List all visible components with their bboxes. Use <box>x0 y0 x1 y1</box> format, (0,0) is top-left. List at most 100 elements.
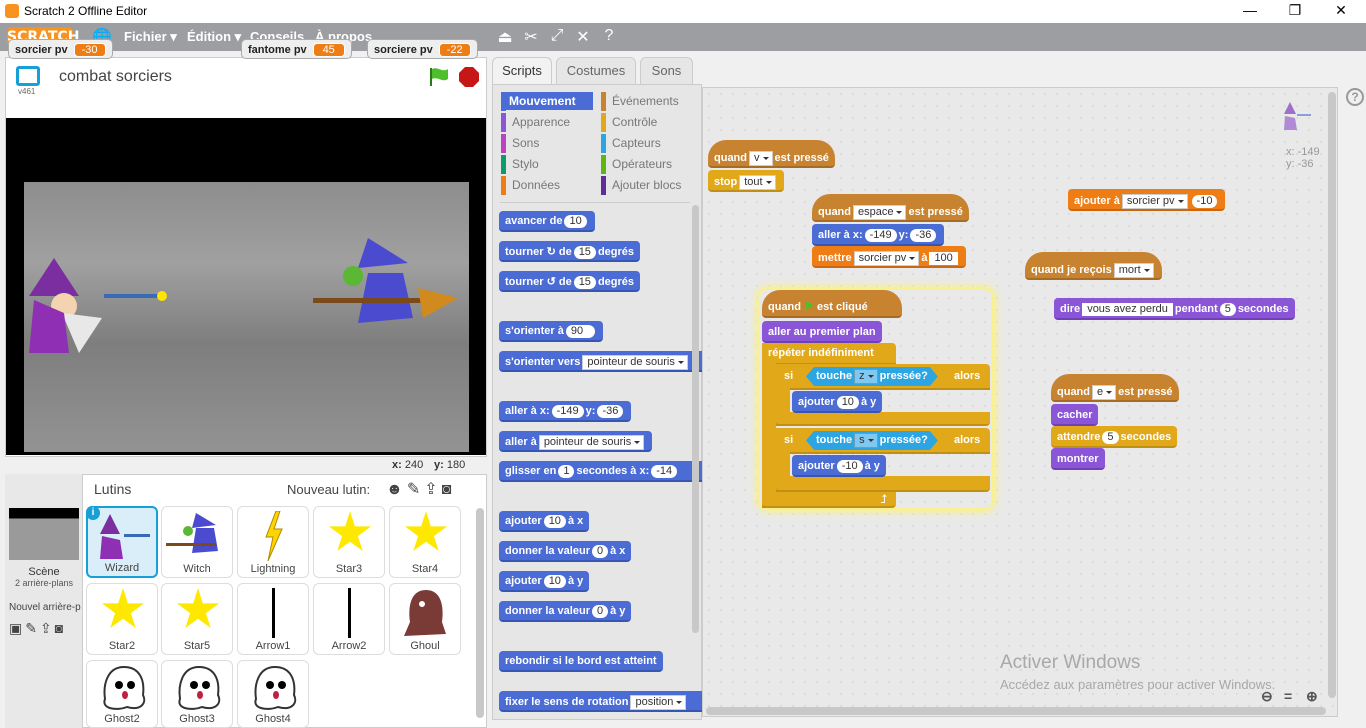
sprite-thumb-ghost2[interactable]: Ghost2 <box>86 660 158 728</box>
zoom-reset-icon[interactable]: = <box>1284 688 1292 704</box>
new-sprite-tools-icons[interactable]: ☻✎⇪◙ <box>386 479 455 499</box>
tab-costumes[interactable]: Costumes <box>556 57 636 85</box>
key-dropdown[interactable]: espace <box>853 205 907 220</box>
block-input[interactable]: -10 <box>1191 195 1218 208</box>
monitor-fantome-pv[interactable]: fantome pv 45 <box>241 39 352 59</box>
block-input[interactable]: 90 <box>565 325 596 338</box>
sprite-thumb-lightning[interactable]: Lightning <box>237 506 309 578</box>
block-dropdown[interactable]: position <box>630 695 687 710</box>
variable-dropdown[interactable]: sorcier pv <box>853 251 920 266</box>
monitor-sorciere-pv[interactable]: sorciere pv -22 <box>367 39 478 59</box>
block-turn-right[interactable]: tourner ↻ de 15 degrés <box>499 241 641 262</box>
block-glide[interactable]: glisser en 1 secondes à x: -14 <box>499 461 702 482</box>
block-change-y[interactable]: ajouter 10 à y <box>499 571 590 592</box>
block-input[interactable]: -149 <box>864 229 897 242</box>
block-input[interactable]: 10 <box>564 215 587 228</box>
minimize-icon[interactable]: — <box>1240 2 1260 18</box>
block-bounce[interactable]: rebondir si le bord est atteint <box>499 651 663 672</box>
stop-dropdown[interactable]: tout <box>739 175 776 190</box>
key-pressed-condition[interactable]: touche s pressée? <box>806 431 938 450</box>
block-input[interactable]: 5 <box>1219 303 1236 316</box>
block-point-direction[interactable]: s'orienter à 90 <box>499 321 604 342</box>
help-circle-icon[interactable]: ? <box>1346 88 1364 106</box>
block-say-for-secs[interactable]: dire vous avez perdu pendant 5 secondes <box>1054 298 1295 320</box>
block-change-y-down[interactable]: ajouter -10 à y <box>792 455 886 477</box>
sprite-thumb-star3[interactable]: Star3 <box>313 506 385 578</box>
category-motion[interactable]: Mouvement <box>501 92 593 111</box>
block-go-to-front[interactable]: aller au premier plan <box>762 321 882 343</box>
menu-edit[interactable]: Édition ▾ <box>187 29 241 45</box>
key-dropdown[interactable]: e <box>1092 385 1117 400</box>
wizard-sprite[interactable] <box>24 258 174 361</box>
block-rotation-style[interactable]: fixer le sens de rotation position <box>499 691 702 712</box>
monitor-sorcier-pv[interactable]: sorcier pv -30 <box>8 39 113 59</box>
key-dropdown[interactable]: s <box>854 433 878 448</box>
block-goto[interactable]: aller à pointeur de souris <box>499 431 653 452</box>
script-when-flag-clicked[interactable]: quand ⚑ est cliqué <box>762 290 902 318</box>
block-input[interactable]: 0 <box>591 605 609 618</box>
block-set-x[interactable]: donner la valeur 0 à x <box>499 541 632 562</box>
scripts-v-scrollbar[interactable] <box>1328 92 1336 698</box>
category-sensing[interactable]: Capteurs <box>601 134 693 153</box>
block-input[interactable]: -10 <box>836 460 863 473</box>
block-dropdown[interactable]: pointeur de souris <box>538 435 645 450</box>
grow-icon[interactable]: ⤢ <box>547 27 567 45</box>
stage-canvas[interactable] <box>6 118 486 455</box>
category-pen[interactable]: Stylo <box>501 155 593 174</box>
block-input[interactable]: 5 <box>1102 431 1119 444</box>
block-input[interactable]: 0 <box>591 545 609 558</box>
script-when-e-pressed[interactable]: quand e est pressé <box>1051 374 1179 402</box>
block-input[interactable]: 10 <box>543 515 566 528</box>
delete-icon[interactable]: ✂ <box>521 27 541 47</box>
zoom-in-icon[interactable]: ⊕ <box>1306 688 1318 705</box>
block-input[interactable]: -36 <box>597 405 624 418</box>
sprite-thumb-witch[interactable]: Witch <box>161 506 233 578</box>
block-wait[interactable]: attendre 5 secondes <box>1051 426 1178 448</box>
shrink-icon[interactable]: ✕ <box>573 27 593 47</box>
witch-sprite[interactable] <box>313 238 463 351</box>
block-input[interactable]: vous avez perdu <box>1082 303 1173 316</box>
block-hide[interactable]: cacher <box>1051 404 1099 426</box>
sprite-thumb-ghost4[interactable]: Ghost4 <box>237 660 309 728</box>
category-control[interactable]: Contrôle <box>601 113 693 132</box>
category-data[interactable]: Données <box>501 176 593 195</box>
category-more-blocks[interactable]: Ajouter blocs <box>601 176 693 195</box>
category-looks[interactable]: Apparence <box>501 113 593 132</box>
sprite-thumb-arrow1[interactable]: Arrow1 <box>237 583 309 655</box>
restore-icon[interactable]: ❐ <box>1285 2 1305 19</box>
menu-file[interactable]: Fichier ▾ <box>124 29 177 45</box>
block-goto-xy[interactable]: aller à x: -149 y: -36 <box>499 401 632 422</box>
block-set-variable[interactable]: mettre sorcier pv à 100 <box>812 246 966 268</box>
block-turn-left[interactable]: tourner ↺ de 15 degrés <box>499 271 641 292</box>
category-events[interactable]: Événements <box>601 92 693 111</box>
help-icon[interactable]: ? <box>599 27 619 45</box>
sprite-thumb-wizard[interactable]: i Wizard <box>86 506 158 578</box>
tab-scripts[interactable]: Scripts <box>492 57 552 85</box>
block-stop[interactable]: stop tout <box>708 170 784 192</box>
close-icon[interactable]: ✕ <box>1331 2 1351 19</box>
block-input[interactable]: -36 <box>910 229 937 242</box>
sprite-thumb-ghost3[interactable]: Ghost3 <box>161 660 233 728</box>
block-point-towards[interactable]: s'orienter vers pointeur de souris <box>499 351 702 372</box>
block-change-y-up[interactable]: ajouter 10 à y <box>792 391 883 413</box>
key-dropdown[interactable]: z <box>854 369 878 384</box>
block-change-x[interactable]: ajouter 10 à x <box>499 511 590 532</box>
block-input[interactable]: 15 <box>573 276 596 289</box>
sprites-scrollbar[interactable] <box>476 508 484 718</box>
block-input[interactable]: 10 <box>836 396 859 409</box>
backdrop-tools-icons[interactable]: ▣✎⇪◙ <box>9 620 66 637</box>
category-operators[interactable]: Opérateurs <box>601 155 693 174</box>
project-title[interactable]: combat sorciers <box>59 68 172 86</box>
category-sound[interactable]: Sons <box>501 134 593 153</box>
palette-scrollbar[interactable] <box>692 205 699 633</box>
key-pressed-condition[interactable]: touche z pressée? <box>806 367 938 386</box>
block-goto-xy[interactable]: aller à x: -149 y: -36 <box>812 224 945 246</box>
key-dropdown[interactable]: v <box>749 151 773 166</box>
fullscreen-icon[interactable] <box>16 66 40 86</box>
script-when-space-pressed[interactable]: quand espace est pressé <box>812 194 969 222</box>
block-dropdown[interactable]: pointeur de souris <box>582 355 688 370</box>
block-show[interactable]: montrer <box>1051 448 1105 470</box>
zoom-out-icon[interactable]: ⊖ <box>1261 688 1273 705</box>
block-input[interactable]: -14 <box>651 465 678 478</box>
stop-icon[interactable] <box>458 66 480 88</box>
